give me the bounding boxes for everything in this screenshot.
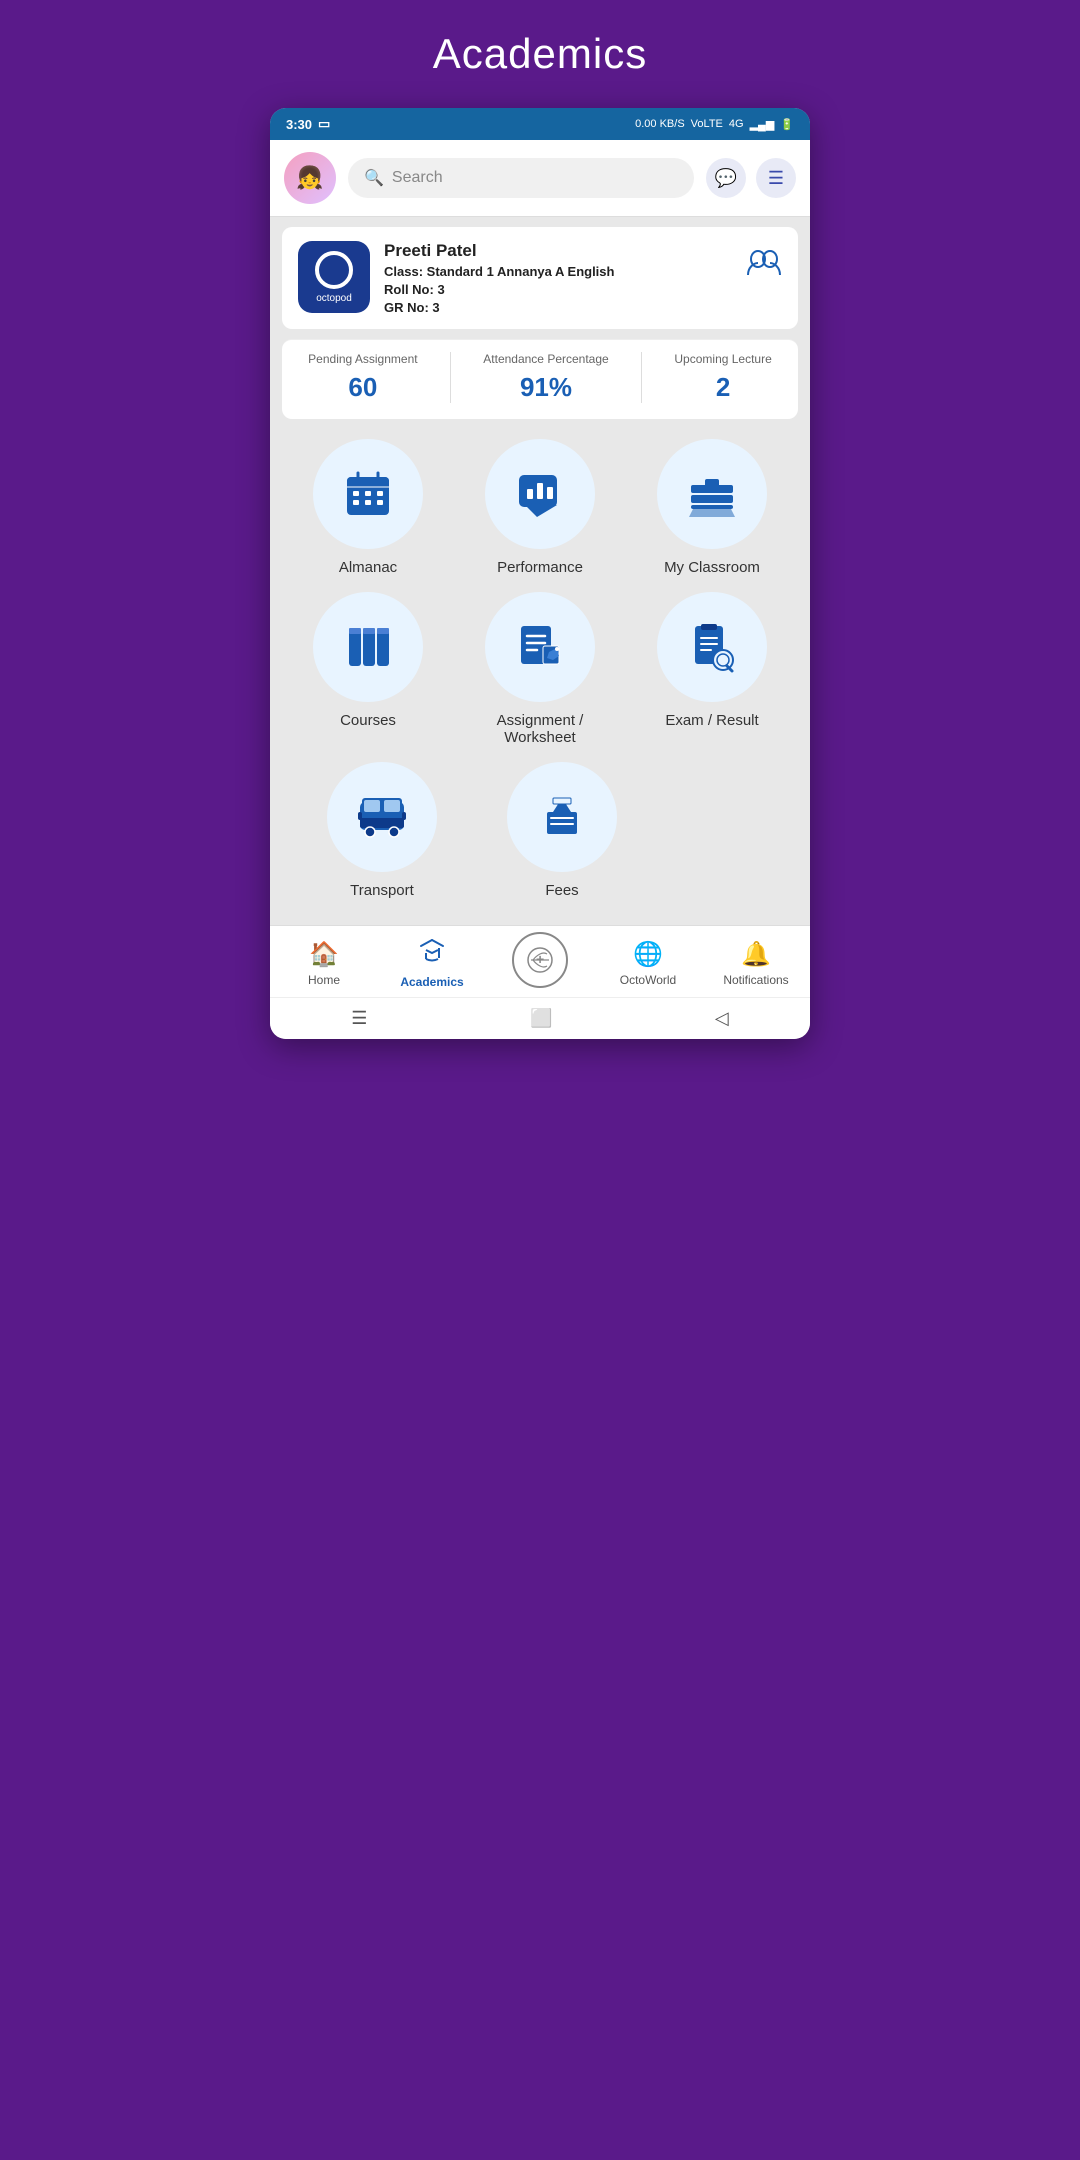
stat-upcoming-label: Upcoming Lecture — [674, 352, 771, 366]
chat-icon: 💬 — [715, 168, 737, 189]
assignment-label: Assignment /Worksheet — [497, 712, 584, 746]
my-classroom-label: My Classroom — [664, 559, 760, 576]
nav-academics[interactable]: Academics — [392, 938, 472, 989]
grid-item-performance[interactable]: Performance — [470, 439, 610, 576]
almanac-label: Almanac — [339, 559, 397, 576]
page-title: Academics — [433, 30, 647, 78]
nav-home[interactable]: 🏠 Home — [284, 940, 364, 987]
performance-label: Performance — [497, 559, 583, 576]
group-icon[interactable] — [746, 245, 782, 285]
stat-attendance-label: Attendance Percentage — [483, 352, 608, 366]
octopod-text: octopod — [316, 293, 352, 304]
stat-pending-assignment: Pending Assignment 60 — [308, 352, 417, 403]
profile-gr: GR No: 3 — [384, 300, 614, 315]
profile-card: octopod Preeti Patel Class: Standard 1 A… — [282, 227, 798, 329]
octopod-logo: octopod — [298, 241, 370, 313]
grid-row-3: Transport Fees — [282, 762, 798, 899]
academics-icon — [419, 938, 445, 971]
grid-item-fees[interactable]: Fees — [492, 762, 632, 899]
status-bar: 3:30 ▭ 0.00 KB/S VoLTE 4G ▂▄▆ 🔋 — [270, 108, 810, 140]
grid-item-my-classroom[interactable]: My Classroom — [642, 439, 782, 576]
status-time: 3:30 — [286, 117, 312, 132]
chat-button[interactable]: 💬 — [706, 158, 746, 198]
header: 👧 🔍 Search 💬 ☰ — [270, 140, 810, 217]
transport-label: Transport — [350, 882, 414, 899]
home-label: Home — [308, 973, 340, 987]
octoworld-label: OctoWorld — [620, 973, 676, 987]
android-home-btn[interactable]: ⬜ — [530, 1008, 552, 1029]
profile-roll: Roll No: 3 — [384, 282, 614, 297]
search-bar[interactable]: 🔍 Search — [348, 158, 694, 198]
profile-class: Class: Standard 1 Annanya A English — [384, 264, 614, 279]
grid-item-transport[interactable]: Transport — [312, 762, 452, 899]
notifications-label: Notifications — [723, 973, 788, 987]
android-menu-btn[interactable]: ☰ — [351, 1008, 367, 1029]
stat-upcoming-lecture: Upcoming Lecture 2 — [674, 352, 771, 403]
assignment-icon-circle — [485, 592, 595, 702]
battery-icon: 🔋 — [780, 118, 794, 131]
center-add-icon[interactable]: + — [512, 932, 568, 988]
notifications-icon: 🔔 — [741, 940, 771, 969]
profile-name: Preeti Patel — [384, 241, 614, 261]
stat-upcoming-value: 2 — [716, 372, 730, 403]
avatar[interactable]: 👧 — [284, 152, 336, 204]
almanac-icon-circle — [313, 439, 423, 549]
carrier-label: VoLTE — [691, 118, 723, 130]
profile-info: Preeti Patel Class: Standard 1 Annanya A… — [384, 241, 614, 315]
grid-row-2: Courses Assignment /Worksheet — [282, 592, 798, 746]
network-speed: 0.00 KB/S — [635, 118, 685, 130]
header-icons: 💬 ☰ — [706, 158, 796, 198]
grid-section: Almanac Performance — [270, 429, 810, 925]
stats-row: Pending Assignment 60 Attendance Percent… — [282, 339, 798, 419]
octoworld-icon: 🌐 — [633, 940, 663, 969]
stat-attendance: Attendance Percentage 91% — [483, 352, 608, 403]
my-classroom-icon-circle — [657, 439, 767, 549]
stat-pending-value: 60 — [348, 372, 377, 403]
exam-icon-circle — [657, 592, 767, 702]
grid-item-almanac[interactable]: Almanac — [298, 439, 438, 576]
svg-text:+: + — [536, 951, 544, 967]
android-back-btn[interactable]: ◁ — [715, 1008, 729, 1029]
search-icon: 🔍 — [364, 168, 384, 188]
exam-label: Exam / Result — [665, 712, 758, 729]
grid-item-assignment-worksheet[interactable]: Assignment /Worksheet — [470, 592, 610, 746]
transport-icon-circle — [327, 762, 437, 872]
stat-pending-label: Pending Assignment — [308, 352, 417, 366]
bottom-nav: 🏠 Home Academics — [270, 925, 810, 997]
fees-icon-circle — [507, 762, 617, 872]
nav-octoworld-center[interactable]: + — [500, 940, 580, 988]
screen-icon: ▭ — [318, 116, 330, 132]
grid-item-courses[interactable]: Courses — [298, 592, 438, 746]
home-icon: 🏠 — [309, 940, 339, 969]
android-nav: ☰ ⬜ ◁ — [270, 997, 810, 1039]
network-type: 4G — [729, 118, 744, 130]
nav-notifications[interactable]: 🔔 Notifications — [716, 940, 796, 987]
academics-label: Academics — [400, 975, 463, 989]
stat-attendance-value: 91% — [520, 372, 572, 403]
performance-icon-circle — [485, 439, 595, 549]
fees-label: Fees — [545, 882, 578, 899]
courses-icon-circle — [313, 592, 423, 702]
grid-item-exam-result[interactable]: Exam / Result — [642, 592, 782, 746]
menu-button[interactable]: ☰ — [756, 158, 796, 198]
signal-bars: ▂▄▆ — [750, 118, 775, 131]
nav-octoworld[interactable]: 🌐 OctoWorld — [608, 940, 688, 987]
grid-row-1: Almanac Performance — [282, 439, 798, 576]
search-placeholder: Search — [392, 169, 443, 187]
courses-label: Courses — [340, 712, 396, 729]
phone-frame: 3:30 ▭ 0.00 KB/S VoLTE 4G ▂▄▆ 🔋 👧 🔍 Sear… — [270, 108, 810, 1039]
menu-icon: ☰ — [768, 168, 784, 189]
